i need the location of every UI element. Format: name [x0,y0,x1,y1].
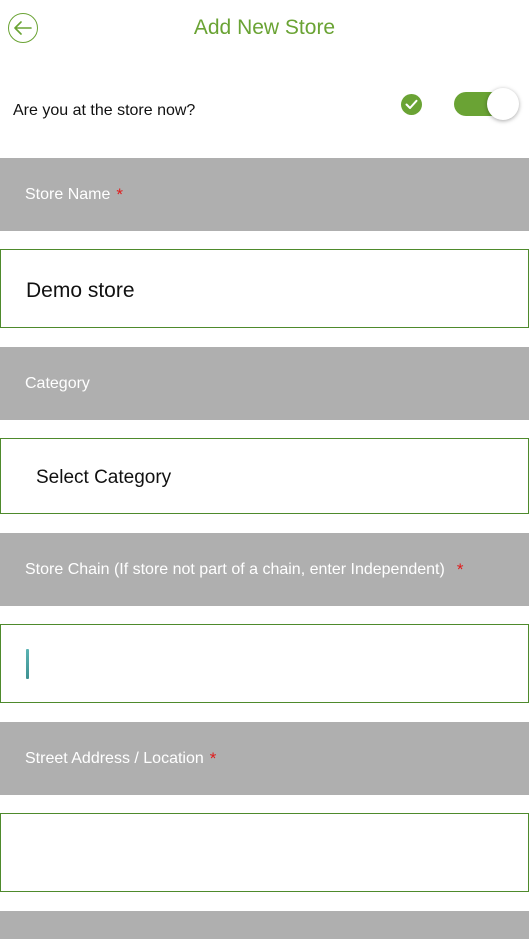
header: Add New Store [0,0,529,56]
category-selected-value: Select Category [36,467,172,488]
category-label: Category [25,374,90,392]
at-store-toggle[interactable] [454,88,519,120]
required-mark: * [209,748,217,768]
store-chain-input[interactable] [0,624,529,703]
store-name-label-bar: Store Name * [0,158,529,231]
required-mark: * [456,559,464,579]
category-select[interactable]: Select Category [0,438,529,514]
toggle-knob [487,88,519,120]
required-mark: * [116,184,123,204]
next-field-label-bar [0,911,529,939]
check-circle-icon [401,94,422,115]
street-address-label-bar: Street Address / Location * [0,722,529,795]
store-name-label: Store Name [25,185,111,203]
store-name-input[interactable]: Demo store [0,249,529,328]
store-chain-label: Store Chain (If store not part of a chai… [25,560,445,578]
at-store-row: Are you at the store now? [0,86,529,134]
text-cursor [26,649,29,679]
store-chain-label-bar: Store Chain (If store not part of a chai… [0,533,529,606]
at-store-question: Are you at the store now? [13,102,196,119]
category-label-bar: Category [0,347,529,420]
street-address-input[interactable] [0,813,529,892]
street-address-label: Street Address / Location [25,749,204,767]
page-title: Add New Store [193,16,336,39]
store-name-value: Demo store [26,279,135,302]
